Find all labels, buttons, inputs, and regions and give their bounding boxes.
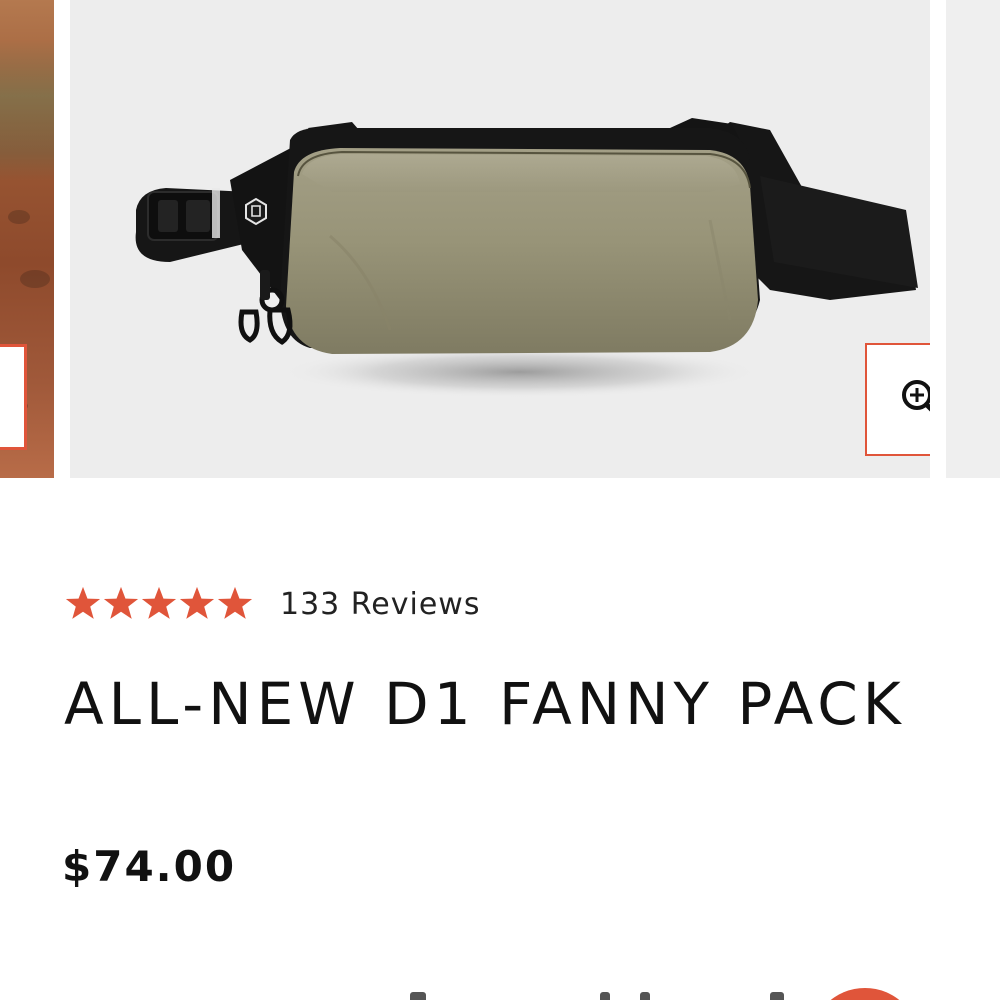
cut-off-accent-button[interactable] xyxy=(810,988,920,1000)
zoom-in-icon xyxy=(901,379,930,412)
cut-off-glyph xyxy=(770,992,784,1000)
star-icon xyxy=(141,586,177,619)
cut-off-glyph xyxy=(640,992,650,1000)
cut-off-glyph xyxy=(410,992,426,1000)
current-slide-image[interactable] xyxy=(70,0,930,478)
rock-shape xyxy=(20,270,50,288)
product-rating[interactable]: 133 Reviews xyxy=(64,582,480,626)
rock-shape xyxy=(8,210,30,224)
cut-off-glyph xyxy=(600,992,610,1000)
star-icon xyxy=(217,586,253,619)
product-title: ALL-NEW D1 FANNY PACK xyxy=(64,670,906,738)
previous-slide-overlay-card xyxy=(0,344,27,450)
product-price: $74.00 xyxy=(62,842,237,891)
fanny-pack-illustration xyxy=(135,118,918,398)
zoom-button[interactable] xyxy=(865,343,930,456)
desert-grass xyxy=(0,40,54,180)
star-icon xyxy=(179,586,215,619)
product-image-carousel[interactable] xyxy=(0,0,1000,478)
rating-stars xyxy=(64,585,254,623)
below-fold-content xyxy=(0,988,1000,1000)
star-icon xyxy=(65,586,101,619)
next-slide-image[interactable] xyxy=(946,0,1000,478)
previous-slide-image[interactable] xyxy=(0,0,54,478)
product-page: 133 Reviews ALL-NEW D1 FANNY PACK $74.00 xyxy=(0,0,1000,1000)
review-count-link[interactable]: 133 Reviews xyxy=(280,587,480,622)
star-icon xyxy=(103,586,139,619)
